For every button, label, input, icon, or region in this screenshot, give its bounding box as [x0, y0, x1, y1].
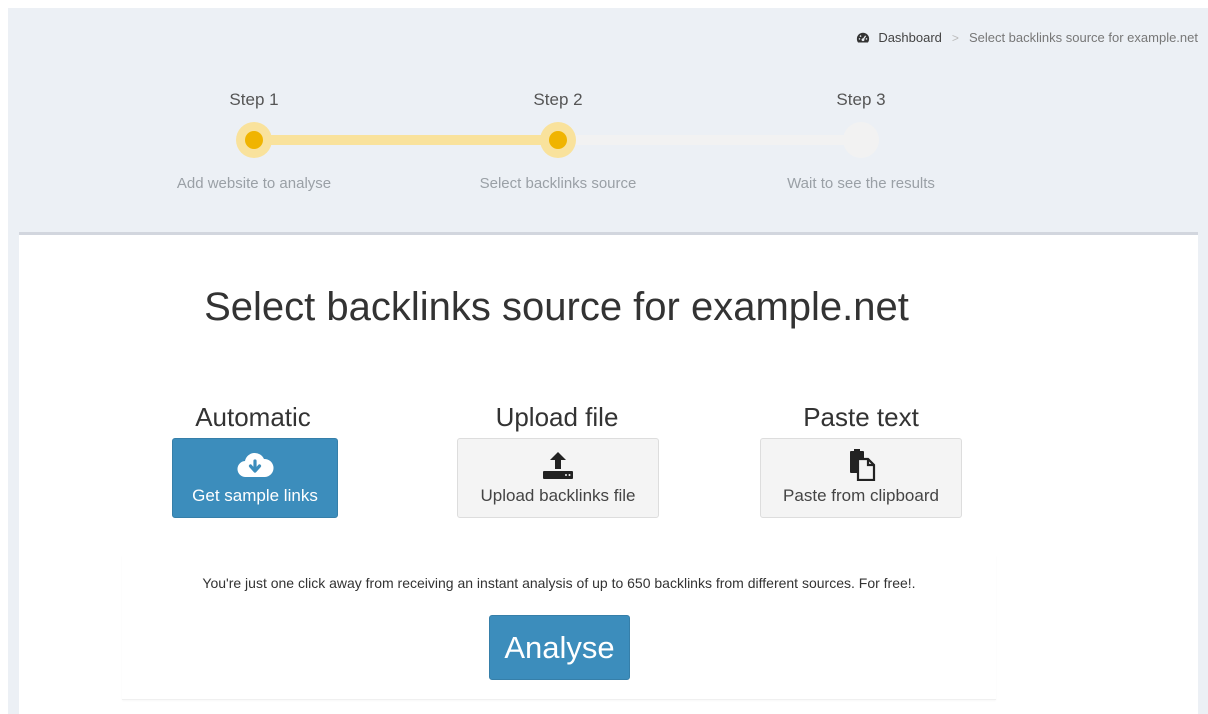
- paste-from-clipboard-button[interactable]: Paste from clipboard: [760, 438, 962, 518]
- step-3-title: Step 3: [836, 90, 886, 109]
- step-3-description: Wait to see the results: [787, 175, 935, 192]
- step-1-indicator[interactable]: [236, 122, 272, 158]
- get-sample-links-label: Get sample links: [192, 486, 318, 505]
- analyse-box: You're just one click away from receivin…: [122, 555, 996, 700]
- upload-file-heading: Upload file: [495, 402, 619, 432]
- get-sample-links-button[interactable]: Get sample links: [172, 438, 338, 518]
- paste-text-heading: Paste text: [803, 402, 919, 432]
- source-panel: Select backlinks source for example.net …: [19, 232, 1198, 714]
- progress-track-done: [254, 135, 558, 145]
- progress-track-pending: [558, 135, 861, 145]
- step-2-dot: [549, 131, 567, 149]
- step-wizard: Step 1 Add website to analyse Step 2 Sel…: [8, 8, 1208, 232]
- step-1-title: Step 1: [229, 90, 279, 109]
- step-2-description: Select backlinks source: [479, 175, 637, 192]
- upload-icon: [541, 450, 575, 480]
- step-2-title: Step 2: [533, 90, 583, 109]
- step-3-indicator: [843, 122, 879, 158]
- upload-backlinks-file-label: Upload backlinks file: [480, 486, 636, 505]
- step-1-description: Add website to analyse: [176, 175, 332, 192]
- paste-from-clipboard-label: Paste from clipboard: [783, 486, 939, 505]
- page-title: Select backlinks source for example.net: [204, 285, 909, 329]
- step-1-dot: [245, 131, 263, 149]
- page-frame: Dashboard > Select backlinks source for …: [8, 8, 1208, 714]
- automatic-heading: Automatic: [195, 402, 311, 432]
- upload-backlinks-file-button[interactable]: Upload backlinks file: [457, 438, 659, 518]
- cloud-download-icon: [236, 450, 274, 480]
- step-2-indicator[interactable]: [540, 122, 576, 158]
- analyse-button[interactable]: Analyse: [489, 615, 630, 680]
- analyse-note: You're just one click away from receivin…: [202, 575, 916, 591]
- clipboard-icon: [846, 449, 876, 481]
